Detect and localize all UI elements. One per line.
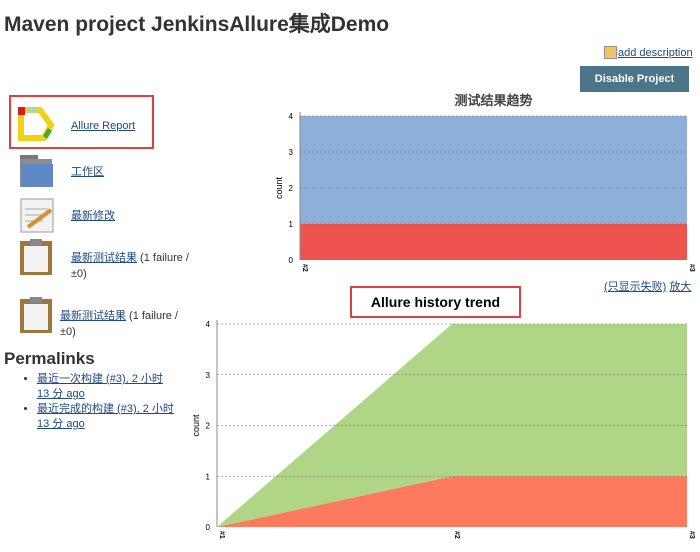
sidebar-item-test-results-2[interactable]: 最新测试结果 (1 failure / ±0) xyxy=(18,296,178,340)
permalink-last-build[interactable]: 最近一次构建 (#3), 2 小时 13 分 ago xyxy=(37,373,163,400)
chart-title: 测试结果趋势 xyxy=(454,93,532,108)
test-result-trend-chart: 测试结果趋势 0 1 2 3 4 #2 #3 count xyxy=(274,93,695,272)
only-failed-link[interactable]: (只显示失败) xyxy=(604,281,666,293)
clipboard-icon xyxy=(20,297,52,333)
sidebar-item-changes[interactable]: 最新修改 xyxy=(18,196,189,234)
y-tick-label: 0 xyxy=(206,523,211,532)
y-tick-label: 2 xyxy=(289,184,294,193)
folder-icon xyxy=(20,155,53,187)
clipboard-icon xyxy=(20,239,52,275)
series-area-1 xyxy=(300,116,687,224)
permalinks-list: 最近一次构建 (#3), 2 小时 13 分 ago 最近完成的构建 (#3),… xyxy=(0,372,177,432)
y-tick-label: 1 xyxy=(289,220,294,229)
sidebar-item-allure-report[interactable]: Allure Report xyxy=(18,106,189,144)
trend-links: (只显示失败) 放大 xyxy=(604,278,691,294)
y-axis-label: count xyxy=(274,176,284,199)
sidebar-item-test-results[interactable]: 最新测试结果 (1 failure / ±0) xyxy=(18,238,189,282)
add-description-link[interactable]: add description xyxy=(604,46,693,59)
y-tick-label: 3 xyxy=(289,148,294,157)
sidebar-item-workspace[interactable]: 工作区 xyxy=(18,152,189,190)
series-area-0 xyxy=(300,224,687,260)
y-tick-label: 3 xyxy=(206,371,211,380)
allure-history-trend-chart: 0 1 2 3 4 #1 #2 #3 count xyxy=(191,320,695,539)
y-axis-label: count xyxy=(191,414,201,437)
y-tick-label: 4 xyxy=(289,112,294,121)
y-tick-label: 1 xyxy=(206,472,211,481)
notepad-icon xyxy=(20,198,54,233)
permalinks-heading: Permalinks xyxy=(4,349,95,368)
permalink-last-completed-build[interactable]: 最近完成的构建 (#3), 2 小时 13 分 ago xyxy=(37,403,174,430)
x-tick-label: #2 xyxy=(301,264,308,272)
enlarge-link[interactable]: 放大 xyxy=(669,281,691,293)
edit-icon xyxy=(604,46,617,59)
x-tick-label: #3 xyxy=(688,531,695,539)
x-tick-label: #3 xyxy=(688,264,695,272)
y-tick-label: 2 xyxy=(206,422,211,431)
page-title: Maven project JenkinsAllure集成Demo xyxy=(4,13,390,36)
x-tick-label: #1 xyxy=(218,531,225,539)
y-tick-label: 4 xyxy=(206,320,211,329)
allure-icon xyxy=(18,107,55,141)
x-tick-label: #2 xyxy=(453,531,460,539)
y-tick-label: 0 xyxy=(289,256,294,265)
